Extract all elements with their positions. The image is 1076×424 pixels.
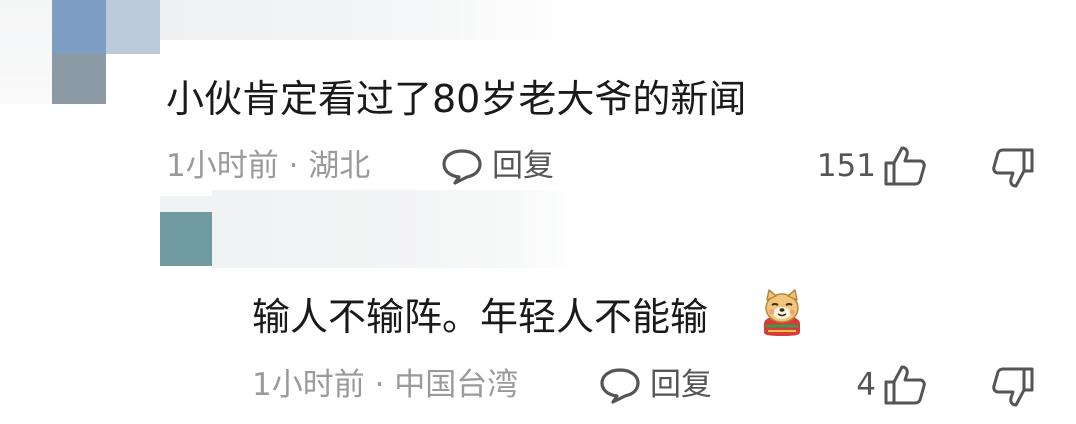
blurred-username (212, 190, 582, 268)
chat-bubble-icon (440, 146, 484, 186)
like-count: 151 (816, 148, 876, 184)
like-count: 4 (856, 367, 876, 403)
blurred-username (0, 0, 52, 104)
reply-label: 回复 (492, 148, 554, 184)
comment-1: 小伙肯定看过了80岁老大爷的新闻 1小时前 · 湖北 回复 151 (0, 0, 1076, 200)
chat-bubble-icon (598, 365, 642, 405)
comment-meta: 1小时前 · 湖北 (166, 148, 371, 184)
doge-emoji-icon (758, 288, 802, 336)
comment-text: 输人不输阵。年轻人不能输 (252, 295, 709, 339)
blurred-username (160, 196, 212, 212)
avatar-mosaic (52, 54, 106, 104)
avatar[interactable] (160, 212, 212, 266)
avatar-mosaic (106, 0, 160, 54)
thumbs-up-icon[interactable] (882, 144, 928, 188)
comment-text: 小伙肯定看过了80岁老大爷的新闻 (166, 77, 747, 121)
thumbs-up-icon[interactable] (882, 363, 928, 407)
comment-meta: 1小时前 · 中国台湾 (252, 367, 519, 403)
avatar[interactable] (52, 0, 106, 54)
thumbs-down-icon[interactable] (990, 146, 1036, 190)
blurred-username (160, 0, 580, 40)
reply-label: 回复 (650, 367, 712, 403)
thumbs-down-icon[interactable] (990, 365, 1036, 409)
